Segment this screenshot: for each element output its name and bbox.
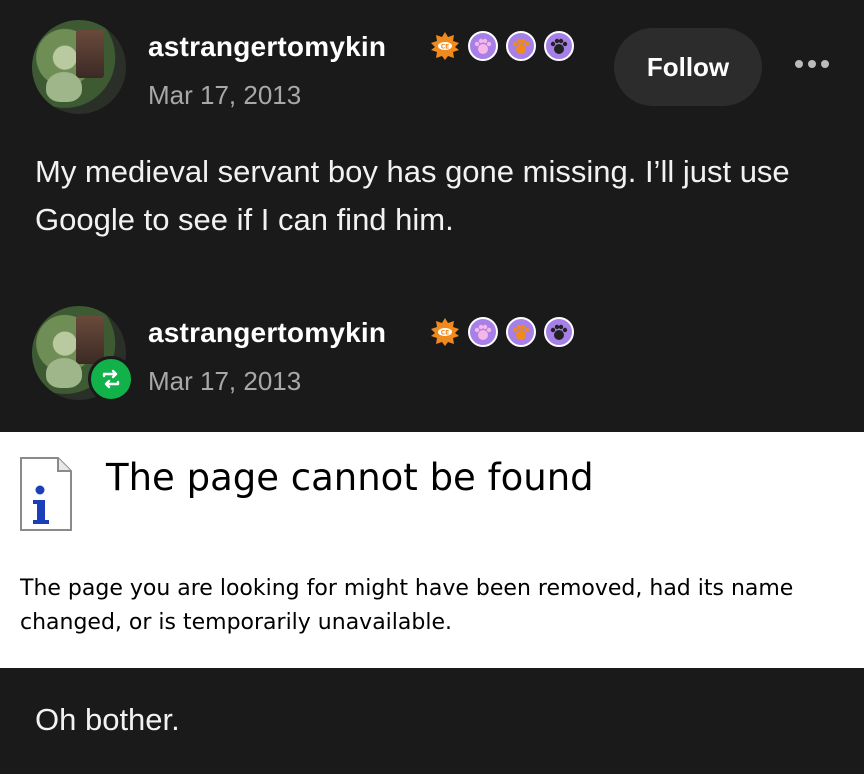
reblog-username[interactable]: astrangertomykin	[148, 317, 386, 349]
orange-paw-badge-icon[interactable]	[506, 31, 536, 61]
reblog-header: astrangertomykin CE Mar 17, 2013	[32, 306, 832, 406]
pink-paw-badge-icon[interactable]	[468, 31, 498, 61]
reblog-badge-row: CE	[430, 314, 574, 350]
orange-paw-badge-icon[interactable]	[506, 317, 536, 347]
info-page-icon	[20, 456, 72, 532]
orange-sun-badge-icon[interactable]: CE	[430, 317, 460, 347]
error-title: The page cannot be found	[106, 456, 594, 499]
svg-text:CE: CE	[441, 44, 450, 51]
svg-text:CE: CE	[441, 330, 450, 337]
error-body: The page you are looking for might have …	[20, 576, 794, 635]
gray-paw-badge-icon[interactable]	[544, 317, 574, 347]
orange-sun-badge-icon[interactable]: CE	[430, 31, 460, 61]
badge-row: CE	[430, 28, 574, 64]
avatar[interactable]	[32, 20, 126, 114]
pink-paw-badge-icon[interactable]	[468, 317, 498, 347]
reblog-icon	[88, 356, 134, 402]
reblog-date[interactable]: Mar 17, 2013	[148, 366, 301, 397]
post-header: astrangertomykin CE Mar 17, 2013 Follow	[32, 20, 832, 120]
closing-text: Oh bother.	[35, 702, 180, 737]
error-page-image: The page cannot be found The page you ar…	[0, 432, 864, 668]
post-date[interactable]: Mar 17, 2013	[148, 80, 301, 111]
gray-paw-badge-icon[interactable]	[544, 31, 574, 61]
post-text: My medieval servant boy has gone missing…	[35, 154, 790, 237]
more-options-icon[interactable]	[790, 52, 834, 76]
follow-button[interactable]: Follow	[614, 28, 762, 106]
username[interactable]: astrangertomykin	[148, 31, 386, 63]
